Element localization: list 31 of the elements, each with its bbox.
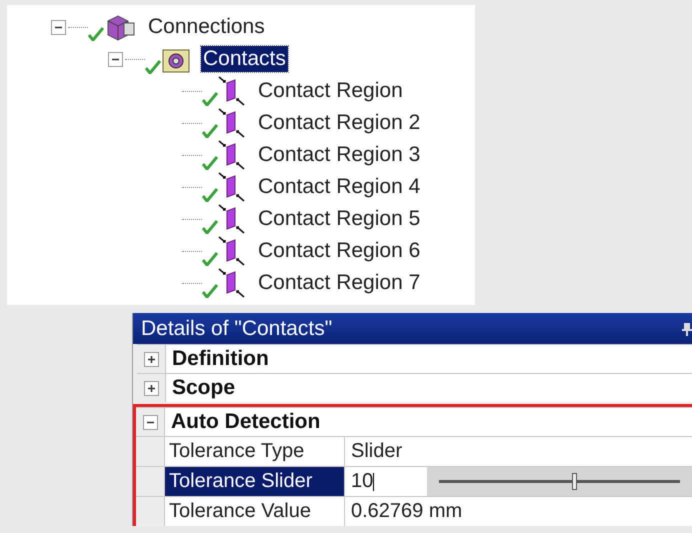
value-field[interactable]: 10 bbox=[345, 467, 427, 496]
collapse-toggle[interactable] bbox=[142, 414, 158, 430]
collapse-toggle[interactable] bbox=[108, 52, 122, 66]
contact-icon bbox=[218, 268, 246, 298]
contact-icon bbox=[218, 236, 246, 266]
tree-item[interactable]: Contact Region 6 bbox=[256, 238, 422, 264]
contact-icon bbox=[218, 140, 246, 170]
panel-title: Details of "Contacts" bbox=[141, 316, 332, 342]
pin-icon[interactable] bbox=[682, 322, 692, 336]
collapse-toggle[interactable] bbox=[50, 20, 66, 34]
tree-item[interactable]: Contact Region 2 bbox=[256, 110, 422, 136]
slider[interactable] bbox=[439, 473, 680, 490]
contact-icon bbox=[218, 76, 246, 106]
slider-thumb[interactable] bbox=[572, 473, 577, 490]
tree-item[interactable]: Contact Region bbox=[256, 78, 405, 104]
expand-toggle[interactable] bbox=[144, 380, 158, 396]
property-label[interactable]: Tolerance Slider bbox=[164, 467, 344, 496]
contact-icon bbox=[218, 108, 246, 138]
property-label[interactable]: Tolerance Value bbox=[164, 497, 344, 526]
property-value: Slider bbox=[345, 437, 692, 466]
tree-item[interactable]: Contact Region 5 bbox=[256, 206, 422, 232]
contact-icon bbox=[218, 172, 246, 202]
tree-item[interactable]: Contact Region 7 bbox=[256, 270, 422, 296]
tree-item[interactable]: Contacts bbox=[201, 46, 288, 72]
tree-item[interactable]: Connections bbox=[146, 14, 267, 40]
property-value: 0.62769 mm bbox=[345, 497, 692, 526]
tree-item[interactable]: Contact Region 4 bbox=[256, 174, 422, 200]
expand-toggle[interactable] bbox=[144, 352, 158, 366]
property-label[interactable]: Tolerance Type bbox=[164, 437, 344, 466]
contact-icon bbox=[218, 204, 246, 234]
tree-item[interactable]: Contact Region 3 bbox=[256, 142, 422, 168]
